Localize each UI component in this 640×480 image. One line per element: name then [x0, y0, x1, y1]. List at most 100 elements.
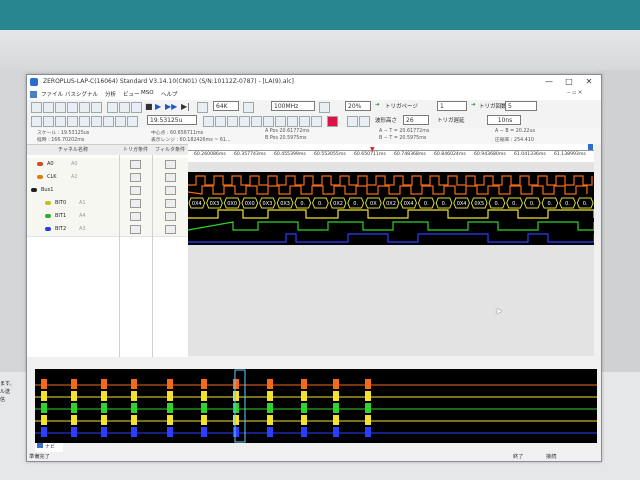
bus-value-text: 0X4 [457, 201, 467, 207]
main-toolbar: ■ ▶ ▶▶ ▶| 64K 100MHz 20% ➜ トリガページ 1 ➜ トリ… [27, 100, 601, 114]
overview-burst [301, 427, 307, 437]
navigate-right-icon[interactable] [215, 116, 226, 127]
overview-burst [267, 415, 273, 425]
threshold-icon[interactable] [319, 102, 330, 113]
trigger-page-select[interactable]: 1 [437, 101, 467, 111]
menu-help[interactable]: ヘルプ [161, 90, 178, 98]
bus-icon[interactable] [103, 116, 114, 127]
filter-condition-cell[interactable] [165, 199, 176, 208]
clock-icon[interactable] [243, 102, 254, 113]
channel-panel: チャネル名称 トリガ条件 フィルタ条件 A0 A0 CLK A2 Bus1 BIT0 A1 B… [27, 144, 189, 357]
menu-analysis[interactable]: 分析 [105, 90, 116, 98]
channel-row[interactable]: A0 A0 [27, 158, 188, 172]
time-per-div-select[interactable]: 19.53125u [147, 115, 197, 125]
overview-navigator[interactable] [35, 369, 597, 443]
channel-row[interactable]: Bus1 [27, 184, 188, 198]
record-icon[interactable] [327, 116, 338, 127]
waveform-display[interactable]: 0X4 0X3 0X0 0X0 0X3 0X3 0. 0. 0X2 0. 0X 0X2 0X4 0. 0. 0… [187, 172, 595, 245]
close-button[interactable]: ✕ [583, 77, 595, 87]
menu-mso[interactable]: MSO [141, 90, 154, 96]
channel-row[interactable]: CLK A2 [27, 171, 188, 185]
filter-condition-cell[interactable] [165, 186, 176, 195]
trigger-condition-cell[interactable] [130, 212, 141, 221]
trigger-condition-cell[interactable] [130, 186, 141, 195]
filter-condition-cell[interactable] [165, 160, 176, 169]
zoom-fit-icon[interactable] [131, 102, 142, 113]
menu-bus-signal[interactable]: バスシグナル [65, 90, 98, 98]
trigger-condition-cell[interactable] [130, 225, 141, 234]
menu-file[interactable]: ファイル [41, 90, 63, 98]
column-header-channel-name[interactable]: チャネル名称 [27, 145, 120, 155]
maximize-button[interactable]: □ [563, 77, 575, 87]
overview-burst [365, 379, 371, 389]
open-file-icon[interactable] [43, 102, 54, 113]
goto-trigger-icon[interactable] [251, 116, 262, 127]
copy-icon[interactable] [79, 102, 90, 113]
memory-icon[interactable] [197, 102, 208, 113]
export-icon[interactable] [91, 102, 102, 113]
trigger-condition-cell[interactable] [130, 199, 141, 208]
run-icon[interactable]: ▶ [155, 102, 161, 111]
menu-view[interactable]: ビュー [123, 90, 140, 98]
zoom-in-icon[interactable] [107, 102, 118, 113]
trigger-condition-cell[interactable] [130, 160, 141, 169]
marker-b-icon[interactable] [55, 116, 66, 127]
navigate-left-icon[interactable] [203, 116, 214, 127]
cursor-icon[interactable] [31, 116, 42, 127]
filter-icon[interactable] [91, 116, 102, 127]
filter-condition-cell[interactable] [165, 173, 176, 182]
measure-icon[interactable] [67, 116, 78, 127]
print-icon[interactable] [67, 102, 78, 113]
channel-pin: A0 [71, 161, 78, 167]
new-file-icon[interactable] [31, 102, 42, 113]
trigger-delay-field[interactable]: 10ns [487, 115, 521, 125]
channel-row[interactable]: BIT2 A3 [27, 223, 188, 237]
channel-row[interactable]: BIT0 A1 [27, 197, 188, 211]
bus-value-text: 0X2 [333, 201, 343, 207]
mdi-controls[interactable]: ‒ ▫ ✕ [567, 90, 582, 96]
save-icon[interactable] [55, 102, 66, 113]
marker-a-icon[interactable] [43, 116, 54, 127]
minimize-button[interactable]: — [543, 77, 555, 87]
list-icon[interactable] [127, 116, 138, 127]
waveform-height-select[interactable]: 26 [403, 115, 429, 125]
stop-icon[interactable]: ■ [145, 102, 153, 111]
overview-burst [365, 427, 371, 437]
trigger-count-select[interactable]: 5 [505, 101, 537, 111]
overview-icon[interactable] [359, 116, 370, 127]
channel-row[interactable]: BIT1 A4 [27, 210, 188, 224]
overview-burst [201, 415, 207, 425]
timeline-header[interactable]: ▼ 60.260086ms 60.357743ms 60.455399ms 60.55… [188, 144, 594, 162]
run-repeat-icon[interactable]: ▶▶ [165, 102, 177, 111]
memory-depth-select[interactable]: 64K [213, 101, 239, 111]
overview-burst [101, 427, 107, 437]
column-header-trigger[interactable]: トリガ条件 [119, 145, 153, 155]
trigger-position-select[interactable]: 20% [345, 101, 371, 111]
binoculars-icon[interactable] [263, 116, 274, 127]
filter-condition-cell[interactable] [165, 225, 176, 234]
trigger-condition-cell[interactable] [130, 173, 141, 182]
zoom-out-icon[interactable] [119, 102, 130, 113]
column-header-filter[interactable]: フィルタ条件 [152, 145, 189, 155]
goto-a-icon[interactable] [227, 116, 238, 127]
background-text-2: ル送 [0, 389, 11, 395]
overview-burst [41, 415, 47, 425]
bus-value-text: 0. [530, 201, 535, 207]
goto-b-icon[interactable] [239, 116, 250, 127]
search-icon[interactable] [79, 116, 90, 127]
marker-icon[interactable] [347, 116, 358, 127]
sample-rate-select[interactable]: 100MHz [271, 101, 315, 111]
bus-value-text: 0. [300, 201, 305, 207]
grid-icon[interactable] [275, 116, 286, 127]
clk-waveform [187, 185, 588, 195]
navigator-tab[interactable]: ナビ [35, 443, 63, 452]
lock-icon[interactable] [311, 116, 322, 127]
color-icon[interactable] [287, 116, 298, 127]
expand-triangle-icon[interactable] [31, 188, 37, 192]
bus-value-text: 0X3 [210, 201, 220, 207]
decode-icon[interactable] [115, 116, 126, 127]
filter-condition-cell[interactable] [165, 212, 176, 221]
bus-value-text: 0X5 [474, 201, 484, 207]
settings-icon[interactable] [299, 116, 310, 127]
step-icon[interactable]: ▶| [181, 102, 190, 111]
